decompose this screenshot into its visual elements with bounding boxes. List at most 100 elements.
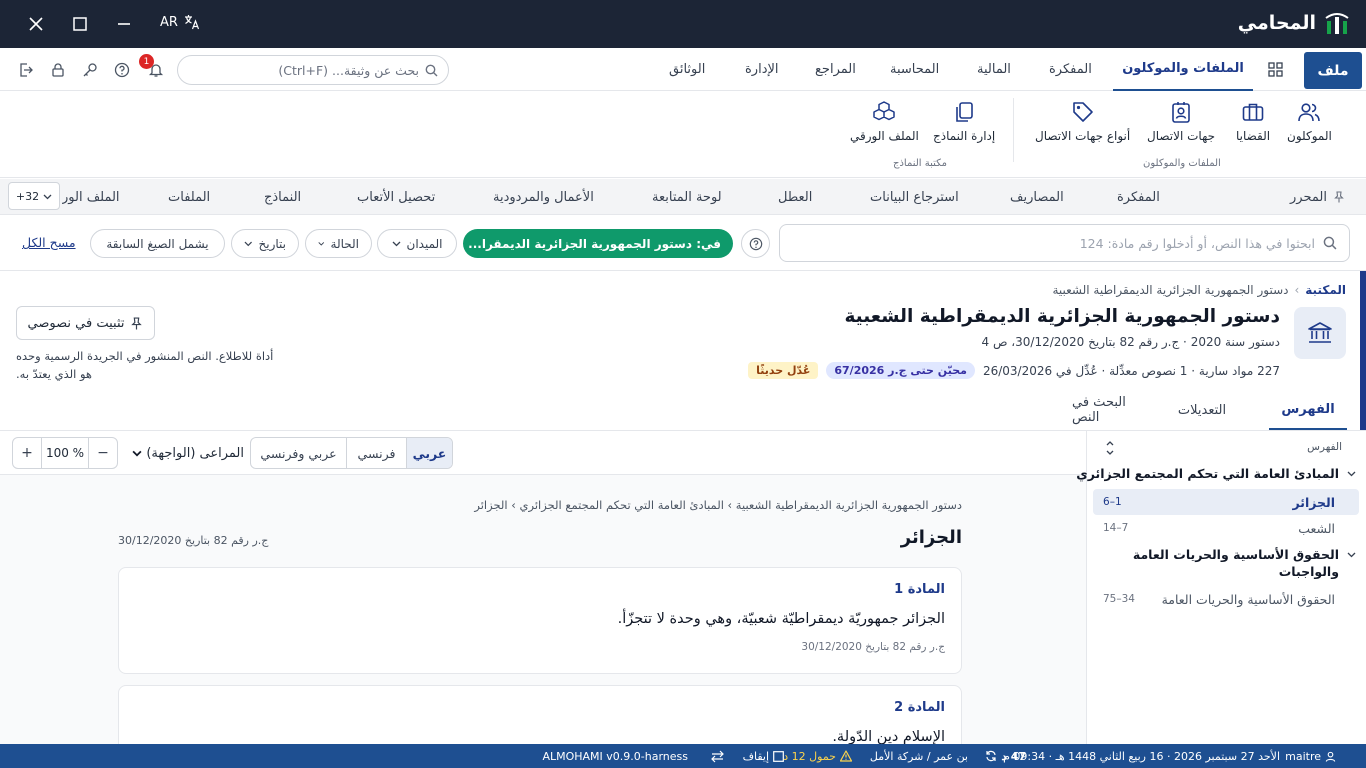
menu-documents[interactable]: الوثائق	[669, 48, 705, 91]
lock-button[interactable]	[49, 61, 67, 79]
document-stats-text: 227 مواد سارية · 1 نصوص معدِّلة · عُدِّل…	[982, 363, 1280, 378]
sync-icon	[986, 750, 996, 762]
tab-editor[interactable]: المحرر	[1290, 179, 1345, 215]
field-filter-label: الميدان	[406, 236, 443, 251]
recently-amended-badge: عُدّل حديثًا	[748, 362, 819, 379]
menu-bar: ملف الملفات والموكلون المفكرة المالية ال…	[0, 48, 1366, 91]
tab-templates[interactable]: النماذج	[264, 179, 301, 215]
tab-expenses[interactable]: المصاريف	[1010, 179, 1064, 215]
article-text: الجزائر جمهوريّة ديمقراطيّة شعبيّة، وهي …	[617, 611, 945, 627]
language-switch[interactable]: AR	[160, 14, 200, 30]
toc-item-active[interactable]: الجزائر 1–6	[1093, 489, 1359, 515]
menu-administration[interactable]: الإدارة	[745, 48, 779, 91]
article-number: المادة 2	[894, 700, 945, 715]
status-firm[interactable]: بن عمر / شركة الأمل	[870, 744, 968, 768]
field-filter[interactable]: الميدان	[377, 229, 457, 258]
help-button[interactable]	[113, 61, 131, 79]
toc-section[interactable]: المبادئ العامة التي تحكم المجتمع الجزائر…	[1076, 466, 1356, 481]
toc-item[interactable]: الحقوق الأساسية والحريات العامة 34–75	[1093, 586, 1359, 612]
tab-agenda[interactable]: المفكرة	[1117, 179, 1160, 215]
pin-icon	[1334, 191, 1344, 203]
ribbon-contact-types-button[interactable]: أنواع جهات الاتصال	[1035, 100, 1130, 143]
tab-fee-collection[interactable]: تحصيل الأتعاب	[357, 179, 435, 215]
institution-icon	[1308, 322, 1332, 343]
logout-button[interactable]	[17, 61, 35, 79]
toc-collapse-all-button[interactable]	[1105, 441, 1115, 455]
article-card[interactable]: المادة 1 الجزائر جمهوريّة ديمقراطيّة شعب…	[118, 567, 962, 674]
document-search-input[interactable]: بحث عن وثيقة... (Ctrl+F)	[177, 55, 449, 85]
pin-button-label: تثبيت في نصوصي	[27, 315, 125, 331]
toc-item-label: الجزائر	[1292, 494, 1335, 510]
tab-amendments[interactable]: التعديلات	[1162, 390, 1242, 430]
tab-business-profitability[interactable]: الأعمال والمردودية	[493, 179, 594, 215]
tag-icon	[1072, 102, 1093, 122]
menu-files-clients[interactable]: الملفات والموكلون	[1113, 48, 1253, 91]
zoom-in-button[interactable]: +	[13, 438, 41, 468]
document-type-icon-box	[1294, 307, 1346, 359]
lang-bilingual-option[interactable]: عربي وفرنسي	[251, 438, 346, 468]
ribbon-group-files-label: الملفات والموكلون	[1143, 158, 1221, 169]
clear-all-link[interactable]: مسح الكل	[22, 235, 76, 250]
file-menu-button[interactable]: ملف	[1304, 52, 1362, 89]
maximize-window-button[interactable]	[68, 12, 92, 36]
include-prior-versions-toggle[interactable]: يشمل الصيغ السابقة	[90, 229, 225, 258]
status-version: ALMOHAMI v0.9.0-harness	[542, 744, 688, 768]
ribbon-cases-button[interactable]: القضايا	[1236, 100, 1270, 143]
status-version-text: ALMOHAMI v0.9.0-harness	[542, 749, 688, 763]
status-bar: maitre الأحد 27 سبتمبر 2026 · 16 ربيع ال…	[0, 744, 1366, 768]
language-code: AR	[160, 14, 178, 30]
tab-search-in-text[interactable]: البحث في النص	[1072, 390, 1152, 430]
lang-arabic-option[interactable]: عربي	[406, 438, 452, 468]
ribbon-template-manager-button[interactable]: إدارة النماذج	[933, 100, 995, 143]
user-icon	[1325, 751, 1336, 762]
tab-paper-file[interactable]: الملف الور	[62, 179, 146, 215]
toc-item[interactable]: الشعب 7–14	[1093, 515, 1359, 541]
pause-label: إيقاف	[742, 749, 769, 763]
status-user[interactable]: maitre	[1285, 744, 1336, 768]
breadcrumb-library-link[interactable]: المكتبة	[1305, 283, 1346, 297]
key-icon	[83, 63, 97, 77]
menu-agenda[interactable]: المفكرة	[1049, 48, 1092, 91]
lang-french-option[interactable]: فرنسي	[346, 438, 406, 468]
more-tabs-dropdown[interactable]: +32	[8, 182, 60, 210]
breadcrumb: المكتبة › دستور الجمهورية الجزائرية الدي…	[1052, 283, 1346, 297]
minimize-window-button[interactable]	[112, 12, 136, 36]
document-viewer[interactable]: دستور الجمهورية الجزائرية الديمقراطية ال…	[0, 475, 1086, 744]
switch-button[interactable]	[711, 744, 724, 768]
ribbon-contacts-button[interactable]: جهات الاتصال	[1147, 100, 1215, 143]
tab-data-recovery[interactable]: استرجاع البيانات	[870, 179, 959, 215]
ribbon-clients-button[interactable]: الموكلون	[1287, 100, 1332, 143]
library-search-input[interactable]: ابحثوا في هذا النص، أو أدخلوا رقم مادة: …	[779, 224, 1350, 262]
title-bar: AR المحامي	[0, 0, 1366, 48]
ribbon: الموكلون القضايا جهات الاتصال أنواع جهات…	[0, 92, 1366, 178]
breadcrumb-separator: ›	[1294, 283, 1300, 297]
chapter-gazette-ref: ج.ر رقم 82 بتاريخ 30/12/2020	[118, 534, 269, 547]
warning-icon	[840, 750, 852, 762]
close-window-button[interactable]	[24, 12, 48, 36]
tab-dashboard[interactable]: لوحة المتابعة	[652, 179, 722, 215]
article-card[interactable]: المادة 2 الإسلام دين الدّولة.	[118, 685, 962, 744]
zoom-out-button[interactable]: −	[89, 438, 117, 468]
date-filter[interactable]: بتاريخ	[231, 229, 299, 258]
ribbon-paper-file-button[interactable]: الملف الورقي	[850, 100, 919, 143]
menu-accounting[interactable]: المحاسبة	[890, 48, 939, 91]
keys-button[interactable]	[81, 61, 99, 79]
pause-button[interactable]: إيقاف	[743, 744, 784, 768]
pin-to-my-texts-button[interactable]: تثبيت في نصوصي	[16, 306, 155, 340]
ribbon-clients-label: الموكلون	[1287, 129, 1332, 143]
toc-section[interactable]: الحقوق الأساسية والحريات العامة والواجبا…	[1106, 547, 1356, 579]
menu-references[interactable]: المراجع	[815, 48, 856, 91]
apps-grid-button[interactable]	[1268, 62, 1283, 77]
active-scope-chip[interactable]: في: دستور الجمهورية الجزائرية الديمقرا..…	[463, 229, 733, 258]
tab-holidays[interactable]: العطل	[778, 179, 812, 215]
chevron-down-icon	[244, 241, 252, 247]
active-scope-label: في: دستور الجمهورية الجزائرية الديمقرا..…	[468, 236, 721, 251]
search-help-button[interactable]	[741, 229, 770, 258]
tab-files[interactable]: الملفات	[168, 179, 210, 215]
status-filter[interactable]: الحالة	[305, 229, 372, 258]
version-mode-select[interactable]: المراعى (الواجهة)	[126, 437, 244, 469]
viewer-toolbar: عربي فرنسي عربي وفرنسي المراعى (الواجهة)…	[0, 431, 1086, 475]
status-date-text: الأحد 27 سبتمبر 2026 · 16 ربيع الثاني 14…	[1003, 749, 1280, 763]
tab-index[interactable]: الفهرس	[1269, 390, 1347, 430]
menu-finance[interactable]: المالية	[977, 48, 1011, 91]
